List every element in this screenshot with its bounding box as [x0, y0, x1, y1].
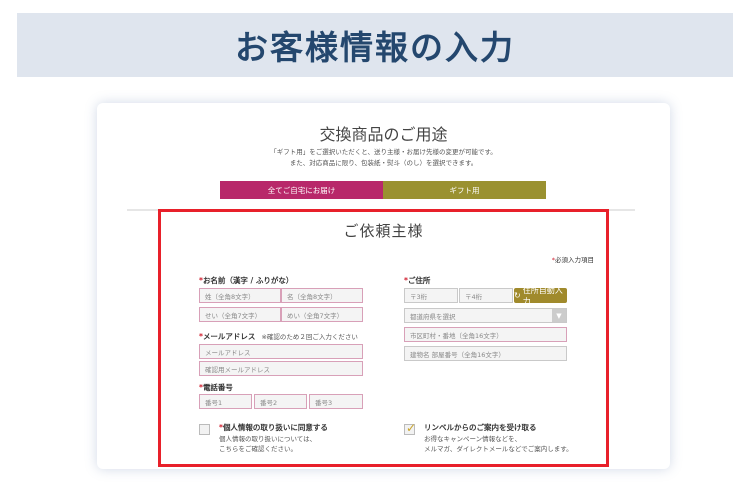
- city-street-input[interactable]: 市区町村・番地（全角16文字）: [404, 327, 567, 342]
- address-label-text: ご住所: [407, 276, 431, 285]
- page-banner: お客様情報の入力: [17, 13, 733, 77]
- address-autofill-label: 住所自動入力: [522, 285, 563, 306]
- newsletter-label: リンベルからのご案内を受け取る: [424, 423, 537, 432]
- checkmark-icon: ✓: [406, 421, 417, 435]
- phone-part-1-input[interactable]: 番号1: [199, 394, 252, 409]
- required-note-text: 必須入力項目: [555, 256, 594, 264]
- building-room-input[interactable]: 建物名 部屋番号（全角16文字）: [404, 346, 567, 361]
- chevron-down-icon: ▼: [552, 309, 566, 322]
- email-label: *メールアドレス ※確認のため２回ご入力ください: [199, 331, 358, 342]
- usage-desc-line-1: 「ギフト用」をご選択いただくと、送り主様・お届け先様の変更が可能です。: [270, 148, 497, 156]
- address-autofill-button[interactable]: ↻ 住所自動入力: [514, 286, 567, 306]
- first-name-kana-input[interactable]: めい（全角7文字）: [281, 307, 363, 322]
- option-gift-button[interactable]: ギフト用: [383, 181, 546, 199]
- privacy-consent-label: *個人情報の取り扱いに同意する: [219, 422, 328, 433]
- privacy-desc-line-2[interactable]: こちらをご確認ください。: [219, 444, 316, 454]
- phone-part-3-input[interactable]: 番号3: [309, 394, 363, 409]
- last-name-kana-input[interactable]: せい（全角7文字）: [199, 307, 281, 322]
- address-label: *ご住所: [404, 275, 430, 286]
- refresh-icon: ↻: [514, 291, 521, 300]
- last-name-kanji-input[interactable]: 姓（全角8文字）: [199, 288, 281, 303]
- privacy-consent-description: 個人情報の取り扱いについては、 こちらをご確認ください。: [219, 434, 316, 454]
- newsletter-desc-line-1: お得なキャンペーン情報などを、: [424, 435, 522, 443]
- zip-code-1-input[interactable]: 〒3桁: [404, 288, 458, 303]
- requester-title: ご依頼主様: [343, 222, 424, 240]
- newsletter-checkbox[interactable]: ✓: [404, 421, 417, 435]
- first-name-kanji-input[interactable]: 名（全角8文字）: [281, 288, 363, 303]
- usage-desc-line-2: また、対応商品に限り、包装紙・熨斗（のし）を選択できます。: [289, 159, 478, 167]
- usage-title: 交換商品のご用途: [319, 125, 448, 144]
- page-title: お客様情報の入力: [235, 28, 515, 67]
- email-input[interactable]: メールアドレス: [199, 344, 363, 359]
- email-confirm-input[interactable]: 確認用メールアドレス: [199, 361, 363, 376]
- requester-section: ご依頼主様 *必須入力項目 *お名前（漢字 / ふりがな） 姓（全角8文字） 名…: [158, 209, 609, 467]
- newsletter-description: お得なキャンペーン情報などを、 メルマガ、ダイレクトメールなどでご案内します。: [424, 434, 573, 454]
- phone-label: *電話番号: [199, 382, 233, 393]
- required-note: *必須入力項目: [552, 254, 594, 264]
- privacy-desc-line-1: 個人情報の取り扱いについては、: [219, 435, 317, 443]
- phone-part-2-input[interactable]: 番号2: [254, 394, 307, 409]
- prefecture-select-value: 都道府県を選択: [410, 312, 456, 321]
- email-label-text: メールアドレス: [202, 332, 256, 341]
- phone-label-text: 電話番号: [202, 383, 233, 392]
- prefecture-select[interactable]: 都道府県を選択 ▼: [404, 308, 567, 323]
- name-label-text: お名前（漢字 / ふりがな）: [202, 276, 294, 285]
- usage-description: 「ギフト用」をご選択いただくと、送り主様・お届け先様の変更が可能です。 また、対…: [97, 147, 670, 169]
- newsletter-desc-line-2: メルマガ、ダイレクトメールなどでご案内します。: [424, 445, 573, 453]
- email-note: ※確認のため２回ご入力ください: [261, 333, 358, 341]
- privacy-consent-title: 個人情報の取り扱いに同意する: [222, 423, 328, 432]
- zip-code-2-input[interactable]: 〒4桁: [459, 288, 513, 303]
- privacy-consent-checkbox[interactable]: [199, 424, 210, 435]
- option-home-delivery-button[interactable]: 全てご自宅にお届け: [220, 181, 383, 199]
- name-label: *お名前（漢字 / ふりがな）: [199, 275, 293, 286]
